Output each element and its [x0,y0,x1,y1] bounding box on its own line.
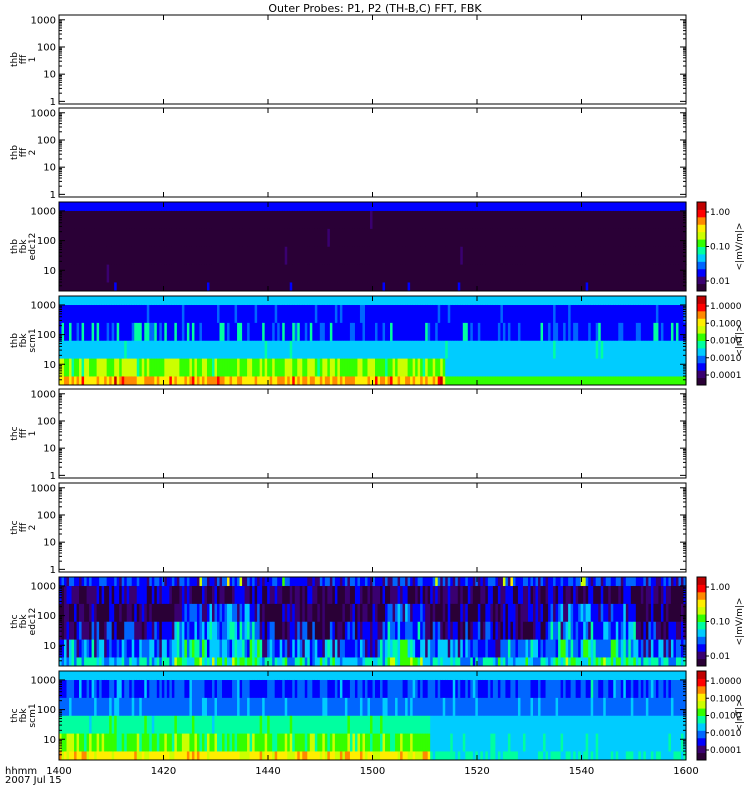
panel-label: thc fff 2 [10,520,38,534]
y-tick-label: 100 [37,416,56,427]
y-tick-label: 10 [43,444,56,455]
y-tick-label: 1000 [31,300,56,311]
y-tick-label: 100 [37,330,56,341]
y-tick-label: 1000 [31,206,56,217]
chart-canvas: Outer Probes: P1, P2 (TH-B,C) FFT, FBK 1… [5,2,745,786]
panel-thb-fff2: 1000 100 10 1 thb fff 2 [10,107,687,201]
panels-group: 1000100101thb fff 11000100101thb fff 2100010… [10,14,745,761]
y-tick-label: 100 [37,135,56,146]
panel-thb-fbk-edc12: 1000 100 10 thb fbk edc12 1.00 0.10 0.01 <|mV/m|> [10,201,745,292]
colorbar-unit: <|nT|> [735,324,745,356]
panel-label-line: 1 [28,431,38,437]
colorbar-unit: <|mV/m|> [735,223,745,271]
y-tick-label: 1 [50,565,56,576]
colorbar-tick-label: 0.01 [710,277,730,287]
panel-label-line: 2 [28,150,38,156]
panel-thc-fff1: 1000100101thc fff 1 [10,388,687,482]
panel-thc-fff2: 1000 100 10 1 thc fff 2 [10,482,687,576]
colorbar-tick-label: 0.0001 [710,371,742,381]
y-tick-label: 1000 [31,15,56,26]
y-tick-label: 10 [43,266,56,277]
panel-label: thb fbk scm1 [10,328,38,352]
chart-title: Outer Probes: P1, P2 (TH-B,C) FFT, FBK [268,2,482,15]
panel-frame [58,14,687,105]
y-tick-label: 10 [43,163,56,174]
panel-label-line: 1 [28,57,38,63]
panel-thc-fbk-edc12: 100010010thc fbk edc121.000.100.01<|mV/m|> [10,576,745,667]
panel-label: thb fbk edc12 [10,233,38,261]
colorbar-tick-label: 0.10 [710,243,730,253]
y-tick-label: 100 [37,42,56,53]
panel-label: thb fff 2 [10,145,38,160]
colorbar: 1.00 0.10 0.01 <|mV/m|> [696,201,745,292]
y-tick-label: 10 [43,360,56,371]
y-tick-label: 1 [50,97,56,108]
y-tick-label: 10 [43,538,56,549]
panel-label-line: 2 [28,525,38,531]
panel-label-line: edc12 [28,233,38,261]
panel-frame [58,107,687,198]
colorbar: 1.00000.10000.01000.00100.0001<|nT|> [696,295,745,386]
y-tick-label: 1000 [31,108,56,119]
panel-frame [58,482,687,573]
y-tick-label: 1 [50,190,56,201]
panel-thb-fff1: 1000100101thb fff 1 [10,14,687,108]
y-tick-label: 1000 [31,389,56,400]
panel-label: thc fff 1 [10,426,38,440]
y-tick-label: 1000 [31,483,56,494]
y-tick-label: 100 [37,510,56,521]
y-tick-label: 100 [37,236,56,247]
y-tick-label: 10 [43,70,56,81]
panel-label: thb fff 1 [10,52,38,67]
panel-frame [58,388,687,479]
panel-label-line: scm1 [28,328,38,352]
panel-thb-fbk-scm1: 100010010thb fbk scm11.00000.10000.01000.0… [10,295,745,386]
colorbar-tick-label: 1.0000 [710,302,742,312]
y-tick-label: 1 [50,471,56,482]
colorbar-tick-label: 1.00 [710,208,730,218]
